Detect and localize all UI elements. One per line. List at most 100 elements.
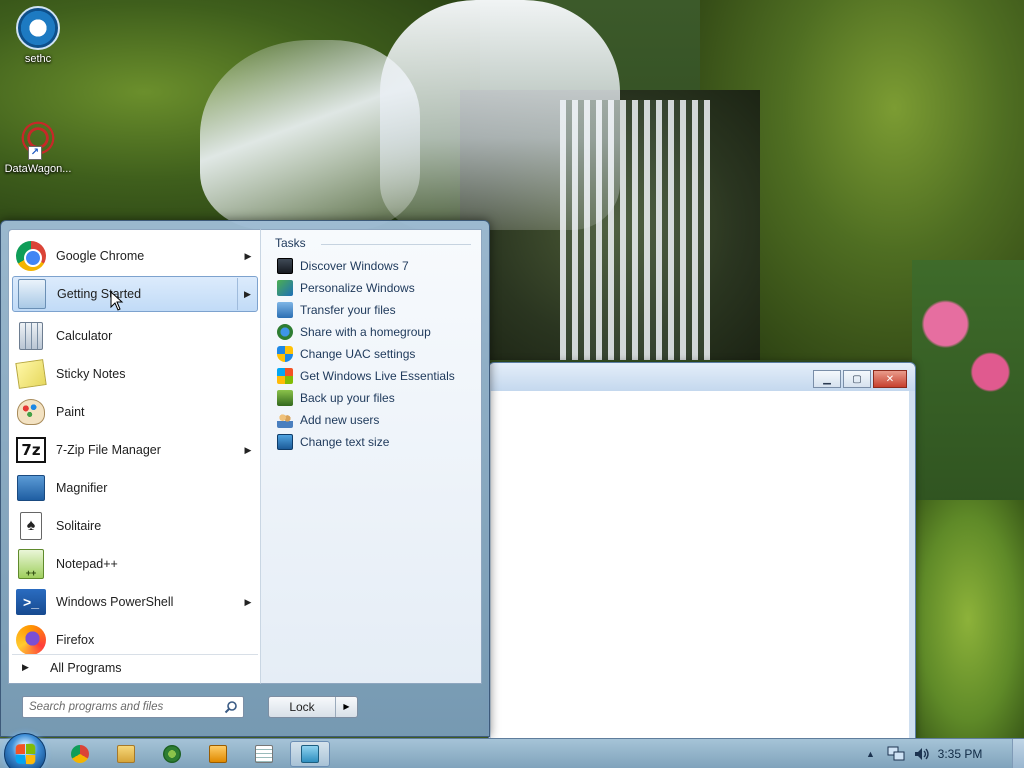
users-icon: [277, 412, 293, 428]
taskbar-notepad[interactable]: [244, 741, 284, 767]
program-item-firefox[interactable]: Firefox: [12, 622, 258, 658]
search-icon[interactable]: [224, 700, 238, 714]
task-add-users[interactable]: Add new users: [277, 409, 379, 431]
taskbar-explorer[interactable]: [106, 741, 146, 767]
media-player-icon: [209, 745, 227, 763]
task-label: Back up your files: [300, 391, 395, 405]
tasks-title: Tasks: [275, 236, 306, 250]
program-label: Firefox: [56, 633, 95, 647]
task-windows-live[interactable]: Get Windows Live Essentials: [277, 365, 455, 387]
program-item-7zip[interactable]: 7z 7-Zip File Manager ▶: [12, 432, 258, 468]
taskbar-clock[interactable]: 3:35 PM: [930, 739, 990, 768]
close-icon: ✕: [885, 373, 895, 385]
close-button[interactable]: ✕: [873, 370, 907, 388]
program-item-getting-started[interactable]: Getting Started ▶: [12, 276, 258, 312]
7zip-icon: 7z: [16, 437, 46, 463]
program-label: Magnifier: [56, 481, 108, 495]
tasks-pane: Tasks Discover Windows 7 Personalize Win…: [260, 229, 482, 684]
monitor-icon: [277, 258, 293, 274]
program-item-calculator[interactable]: Calculator: [12, 318, 258, 354]
getting-started-icon: [18, 279, 46, 309]
network-icon[interactable]: [887, 746, 905, 762]
desktop-icon-datawagon[interactable]: ↗ DataWagon...: [0, 116, 76, 175]
start-button[interactable]: [4, 733, 46, 768]
program-item-magnifier[interactable]: Magnifier: [12, 470, 258, 506]
program-label: 7-Zip File Manager: [56, 443, 161, 457]
submenu-arrow-icon[interactable]: ▶: [238, 251, 258, 262]
program-item-notepadpp[interactable]: ++ Notepad++: [12, 546, 258, 582]
minimize-button[interactable]: ▁: [813, 370, 841, 388]
taskbar-media-player[interactable]: [198, 741, 238, 767]
program-item-sticky-notes[interactable]: Sticky Notes: [12, 356, 258, 392]
magnifier-icon: [17, 475, 45, 501]
lock-label: Lock: [289, 700, 315, 714]
show-desktop-button[interactable]: [1012, 739, 1024, 768]
transfer-icon: [277, 302, 293, 318]
program-item-paint[interactable]: Paint: [12, 394, 258, 430]
solitaire-icon: ♠: [20, 512, 42, 540]
task-share-homegroup[interactable]: Share with a homegroup: [277, 321, 431, 343]
taskbar-getting-started[interactable]: [290, 741, 330, 767]
datawagon-icon: ↗: [16, 116, 60, 160]
shortcut-arrow-icon: ↗: [28, 146, 42, 160]
program-item-powershell[interactable]: >_ Windows PowerShell ▶: [12, 584, 258, 620]
search-input[interactable]: [23, 697, 213, 717]
search-box[interactable]: [22, 696, 244, 718]
taskbar-media-center[interactable]: [152, 741, 192, 767]
lock-button[interactable]: Lock ▶: [268, 696, 358, 718]
task-change-uac[interactable]: Change UAC settings: [277, 343, 415, 365]
homegroup-icon: [277, 324, 293, 340]
task-label: Transfer your files: [300, 303, 396, 317]
all-programs-arrow-icon: ▶: [22, 662, 29, 672]
task-transfer-files[interactable]: Transfer your files: [277, 299, 396, 321]
program-label: Paint: [56, 405, 85, 419]
volume-icon[interactable]: [913, 746, 931, 762]
submenu-arrow-icon[interactable]: ▶: [237, 278, 257, 310]
maximize-button[interactable]: ▢: [843, 370, 871, 388]
program-label: Getting Started: [57, 287, 142, 301]
program-label: Windows PowerShell: [56, 595, 174, 609]
sethc-icon: [16, 6, 60, 50]
power-options-arrow-icon[interactable]: ▶: [335, 697, 357, 717]
window-titlebar[interactable]: ▁ ▢ ✕: [489, 363, 915, 391]
program-item-solitaire[interactable]: ♠ Solitaire: [12, 508, 258, 544]
calculator-icon: [19, 322, 43, 350]
desktop-icon-label: DataWagon...: [4, 163, 72, 175]
folder-icon: [117, 745, 135, 763]
all-programs-item[interactable]: ▶ All Programs: [12, 654, 258, 680]
programs-pane: Google Chrome ▶ Getting Started ▶ Calcul…: [8, 229, 260, 684]
powershell-icon: >_: [16, 589, 46, 615]
tasks-divider: [321, 244, 471, 245]
media-center-icon: [163, 745, 181, 763]
wallpaper-moss: [912, 500, 1024, 738]
task-label: Add new users: [300, 413, 380, 427]
task-personalize-windows[interactable]: Personalize Windows: [277, 277, 415, 299]
start-menu-bottom-bar: Lock ▶: [8, 684, 482, 730]
window-client-area[interactable]: [491, 391, 909, 738]
backup-icon: [277, 390, 293, 406]
notepad-icon: [255, 745, 273, 763]
task-label: Share with a homegroup: [300, 325, 431, 339]
submenu-arrow-icon[interactable]: ▶: [238, 445, 258, 456]
firefox-icon: [16, 625, 46, 655]
paint-icon: [17, 399, 45, 425]
task-label: Personalize Windows: [300, 281, 415, 295]
task-change-text-size[interactable]: Change text size: [277, 431, 389, 453]
background-window[interactable]: ▁ ▢ ✕: [488, 362, 916, 738]
desktop-icon-sethc[interactable]: sethc: [0, 6, 76, 65]
taskbar: ▲ 3:35 PM: [0, 733, 1024, 768]
task-backup-files[interactable]: Back up your files: [277, 387, 395, 409]
getting-started-icon: [301, 745, 319, 763]
submenu-arrow-icon[interactable]: ▶: [238, 597, 258, 608]
task-discover-windows[interactable]: Discover Windows 7: [277, 255, 409, 277]
taskbar-chrome[interactable]: [60, 741, 100, 767]
sticky-notes-icon: [15, 359, 47, 389]
program-item-google-chrome[interactable]: Google Chrome ▶: [12, 238, 258, 274]
all-programs-label: All Programs: [50, 660, 122, 675]
program-label: Sticky Notes: [56, 367, 126, 381]
chrome-icon: [16, 241, 46, 271]
uac-shield-icon: [277, 346, 293, 362]
notification-area: ▲: [866, 739, 931, 768]
minimize-icon: ▁: [823, 373, 831, 385]
show-hidden-icons-icon[interactable]: ▲: [866, 749, 875, 759]
